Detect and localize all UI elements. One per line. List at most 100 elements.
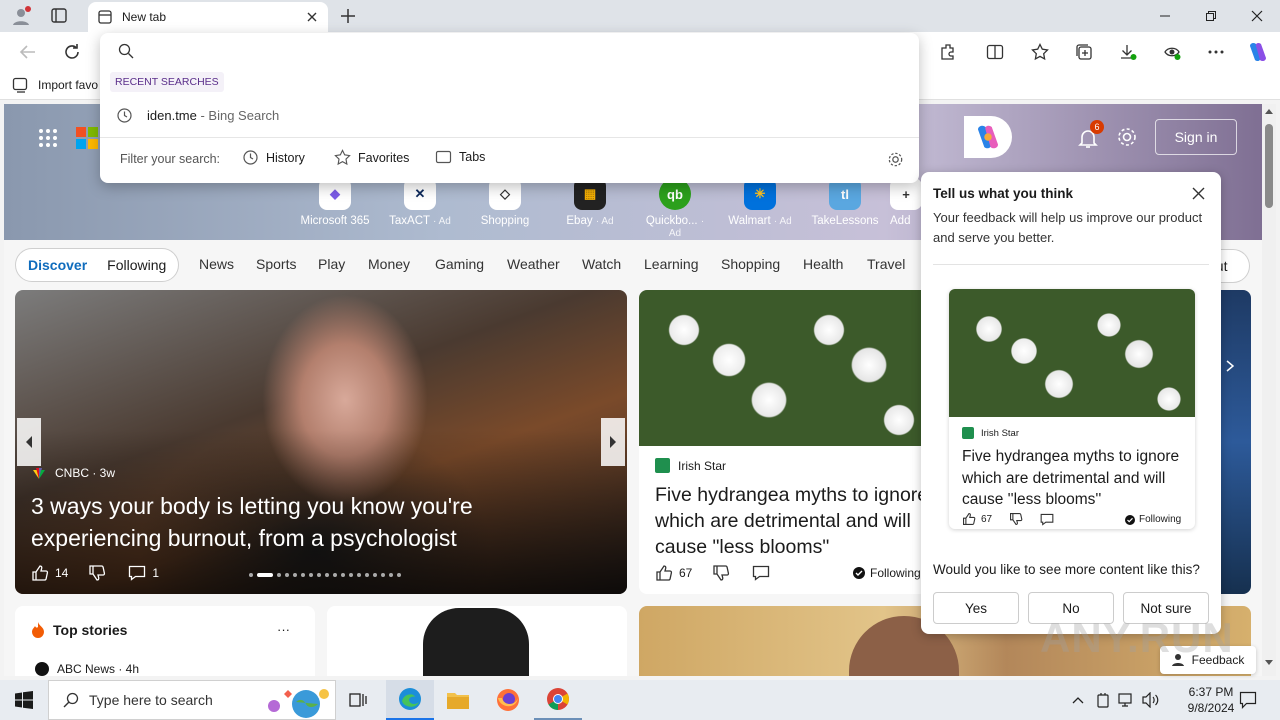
nav-health[interactable]: Health [803,256,843,272]
tray-chevron-icon[interactable] [1072,696,1084,704]
app-tile-shopping[interactable]: ◇ Shopping [470,178,540,227]
import-favorites-button[interactable]: Import favo [12,77,98,93]
preview-headline: Five hydrangea myths to ignore which are… [962,448,1180,508]
split-screen-icon[interactable] [981,40,1009,64]
search-settings-gear-icon[interactable] [887,151,904,168]
tray-device-icon[interactable] [1096,692,1110,708]
volume-icon[interactable] [1142,692,1160,708]
next-slide-button[interactable] [601,418,625,466]
cnbc-logo-icon [33,468,45,479]
performance-icon[interactable] [1158,40,1186,64]
more-menu-icon[interactable] [1202,40,1230,64]
firefox-icon[interactable] [496,688,520,712]
filter-tabs-button[interactable]: Tabs [435,149,485,164]
nav-watch[interactable]: Watch [582,256,621,272]
tab-following[interactable]: Following [107,257,166,273]
nav-news[interactable]: News [199,256,234,272]
nav-weather[interactable]: Weather [507,256,560,272]
like-icon[interactable] [655,564,673,582]
microsoft-logo-icon[interactable] [76,127,98,149]
new-tab-button[interactable] [338,6,358,26]
notifications-bell-icon[interactable]: 6 [1076,120,1104,150]
title-bar: New tab [0,0,1280,32]
page-scrollbar[interactable] [1262,104,1276,676]
app-tile-walmart[interactable]: ✳ Walmart · Ad [725,178,795,227]
refresh-button[interactable] [58,40,86,64]
downloads-icon[interactable] [1114,40,1142,64]
preview-like-count: 67 [981,513,993,525]
like-icon[interactable] [31,564,49,582]
top-stories-more-button[interactable]: ··· [277,622,290,637]
dislike-icon[interactable] [712,564,730,582]
scroll-down-arrow-icon[interactable] [1265,660,1273,666]
filter-history-button[interactable]: History [242,149,305,166]
next-arrow-icon[interactable] [1226,360,1234,372]
prev-slide-button[interactable] [17,418,41,466]
profile-icon[interactable] [10,5,32,27]
scroll-up-arrow-icon[interactable] [1265,108,1273,114]
history-clock-icon [117,107,132,123]
filter-label: Filter your search: [120,152,221,166]
ad-label: · Ad [773,216,792,227]
hydrangea-headline[interactable]: Five hydrangea myths to ignore which are… [655,482,935,560]
restore-button[interactable] [1188,0,1234,32]
copilot-icon[interactable] [1244,40,1272,64]
back-button[interactable] [14,40,42,64]
recent-search-item[interactable]: iden.tme - Bing Search [100,103,919,127]
follow-status[interactable]: Following [853,566,921,580]
file-explorer-icon[interactable] [446,689,470,711]
chrome-icon[interactable] [534,680,582,720]
close-tab-icon[interactable] [306,11,318,23]
comment-icon[interactable] [128,565,146,581]
close-window-button[interactable] [1234,0,1280,32]
hero-headline[interactable]: 3 ways your body is letting you know you… [31,490,551,554]
feedback-close-icon[interactable] [1192,187,1205,200]
app-tile-ebay[interactable]: ▦ Ebay · Ad [555,178,625,227]
nav-travel[interactable]: Travel [867,256,905,272]
dislike-icon[interactable] [88,564,106,582]
edge-taskbar-icon[interactable] [386,680,434,720]
feedback-yes-button[interactable]: Yes [933,592,1019,624]
copilot-search-button[interactable] [964,116,1012,158]
collections-icon[interactable] [1070,40,1098,64]
app-label: Quickbo... [645,215,698,227]
app-label: Ebay [566,215,593,227]
star-icon [334,149,351,166]
nav-sports[interactable]: Sports [256,256,296,272]
tab-new-tab[interactable]: New tab [88,2,328,32]
address-input[interactable] [142,39,902,63]
settings-gear-icon[interactable] [1116,126,1138,148]
hero-reactions: 14 1 [31,564,159,582]
task-view-icon[interactable] [348,690,368,710]
feedback-divider [933,264,1209,265]
minimize-button[interactable] [1142,0,1188,32]
hoodie-ad-card[interactable] [327,606,627,676]
app-tile-taxact[interactable]: ✕ TaxACT · Ad [385,178,455,227]
ad-label: · Ad [595,216,614,227]
start-button[interactable] [0,680,48,720]
hero-story-card[interactable]: CNBC · 3w 3 ways your body is letting yo… [15,290,627,594]
app-tile-microsoft-365[interactable]: ◆ Microsoft 365 [300,178,370,227]
extensions-icon[interactable] [934,40,962,64]
tab-discover[interactable]: Discover [28,257,87,273]
app-tile-takelessons[interactable]: tl TakeLessons [810,178,880,227]
comment-icon[interactable] [752,565,770,581]
nav-learning[interactable]: Learning [644,256,699,272]
feedback-description: Your feedback will help us improve our p… [933,210,1203,245]
nav-shopping[interactable]: Shopping [721,256,780,272]
filter-favorites-button[interactable]: Favorites [334,149,409,166]
notification-center-icon[interactable] [1239,691,1257,709]
nav-gaming[interactable]: Gaming [435,256,484,272]
network-icon[interactable] [1118,692,1136,708]
app-launcher-icon[interactable] [38,128,58,148]
nav-play[interactable]: Play [318,256,345,272]
sign-in-button[interactable]: Sign in [1155,119,1237,155]
favorites-icon[interactable] [1026,40,1054,64]
app-tile-quickbooks[interactable]: qb Quickbo... · Ad [640,178,710,239]
nav-money[interactable]: Money [368,256,410,272]
preview-source: Irish Star [962,427,1019,439]
hydrangea-story-card[interactable]: Irish Star Five hydrangea myths to ignor… [639,290,939,594]
scrollbar-thumb[interactable] [1265,124,1273,208]
tab-actions-icon[interactable] [50,7,70,25]
search-icon [118,43,134,59]
